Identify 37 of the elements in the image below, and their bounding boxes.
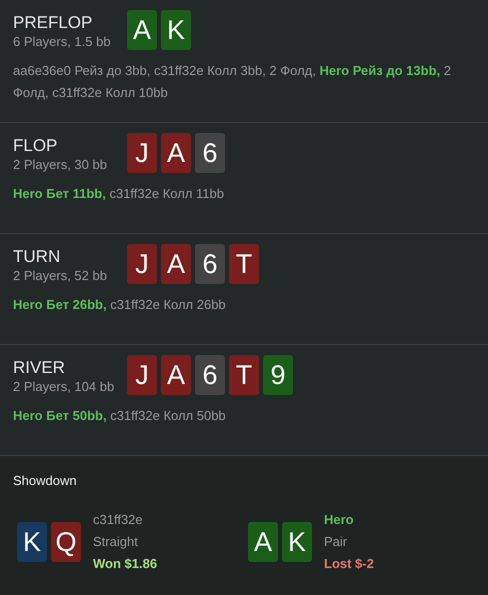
street-info: 2 Players, 104 bb — [13, 379, 116, 395]
playing-card: 9 — [263, 355, 293, 395]
street-title: FLOP — [13, 135, 58, 157]
street-title: PREFLOP — [13, 12, 94, 34]
playing-card: A — [161, 355, 191, 395]
playing-card: J — [127, 133, 157, 173]
playing-card: 6 — [195, 133, 225, 173]
playing-card: A — [161, 133, 191, 173]
showdown-title: Showdown — [13, 473, 78, 489]
playing-card: K — [161, 10, 191, 50]
hand-rank: Pair — [324, 533, 348, 551]
playing-card: K — [17, 522, 47, 562]
playing-card: A — [248, 522, 278, 562]
action-log: Hero Бет 11bb, c31ff32e Колл 11bb — [13, 185, 225, 203]
playing-card: Q — [51, 522, 81, 562]
playing-card: J — [127, 355, 157, 395]
street-info: 6 Players, 1.5 bb — [13, 34, 112, 50]
action-log: aa6e36e0 Рейз до 3bb, c31ff32e Колл 3bb, 2 Фолд, Hero Рейз до 13bb, 2 Фолд, c31ff32e Колл 10bb — [13, 62, 452, 102]
action-log: Hero Бет 26bb, c31ff32e Колл 26bb — [13, 296, 227, 314]
player-name: Hero — [324, 511, 355, 529]
player-name: c31ff32e — [93, 511, 144, 529]
result-amount: Won $1.86 — [93, 555, 158, 573]
hand-rank: Straight — [93, 533, 139, 551]
street-title: TURN — [13, 246, 62, 268]
playing-card: K — [282, 522, 312, 562]
playing-card: A — [161, 244, 191, 284]
playing-card: T — [229, 355, 259, 395]
action-log: Hero Бет 50bb, c31ff32e Колл 50bb — [13, 407, 227, 425]
street-info: 2 Players, 52 bb — [13, 268, 108, 284]
playing-card: J — [127, 244, 157, 284]
playing-card: 6 — [195, 355, 225, 395]
playing-card: A — [127, 10, 157, 50]
result-amount: Lost $-2 — [324, 555, 374, 573]
street-title: RIVER — [13, 357, 66, 379]
street-info: 2 Players, 30 bb — [13, 157, 108, 173]
playing-card: 6 — [195, 244, 225, 284]
playing-card: T — [229, 244, 259, 284]
